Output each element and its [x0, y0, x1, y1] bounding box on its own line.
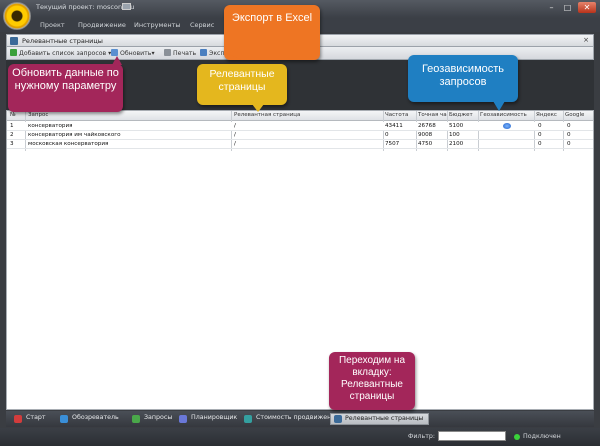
cell-budget: 100 — [449, 132, 460, 138]
table-row[interactable]: 1 консерватория / 43411 26768 5100 0 0 — [7, 122, 593, 131]
relevant-pages-icon — [334, 415, 342, 423]
table-row[interactable]: 3 московская консерватория / 7507 4750 2… — [7, 140, 593, 149]
cell-yandex: 0 — [538, 141, 542, 147]
callout-geo-dependency: Геозависимость запросов — [408, 55, 518, 102]
add-icon — [10, 49, 17, 56]
callout-go-to-tab: Переходим на вкладку: Релевантные страни… — [329, 352, 415, 410]
callout-export-tail — [228, 46, 242, 60]
cell-query: московская консерватория — [28, 141, 109, 147]
geo-dependent-icon — [503, 123, 511, 129]
column-header-number[interactable]: № — [10, 112, 16, 118]
filter-input[interactable] — [438, 431, 506, 441]
connection-status-icon — [514, 434, 520, 440]
column-header-budget[interactable]: Бюджет — [449, 112, 473, 118]
tab-browser[interactable]: Обозреватель — [60, 414, 119, 425]
table-row[interactable]: 2 консерватория им чайковского / 0 9008 … — [7, 131, 593, 140]
relevant-pages-icon — [10, 37, 18, 45]
callout-relevant-pages: Релевантные страницы — [197, 64, 287, 105]
add-queries-button[interactable]: Добавить список запросов ▾ — [10, 49, 111, 57]
cell-yandex: 0 — [538, 123, 542, 129]
cell-exact-frequency: 9008 — [418, 132, 433, 138]
browser-icon — [60, 415, 68, 423]
table-header: № Запрос Релевантная страница Частота То… — [7, 111, 593, 121]
cell-query: консерватория — [28, 123, 73, 129]
panel-title: Релевантные страницы — [22, 37, 103, 45]
export-icon — [200, 49, 207, 56]
column-header-exact-frequency[interactable]: Точная час — [418, 112, 448, 118]
column-header-frequency[interactable]: Частота — [385, 112, 408, 118]
connection-status: Подключен — [523, 433, 561, 440]
status-bar: Фильтр: Подключен — [0, 428, 600, 446]
app-window: Текущий проект: moscons.ru – □ ✕ Проект … — [0, 0, 600, 446]
print-button[interactable]: Печать — [164, 49, 196, 57]
cell-number: 2 — [10, 132, 14, 138]
cell-google: 0 — [567, 132, 571, 138]
window-title: Текущий проект: moscons.ru — [36, 3, 135, 11]
callout-geo-tail — [493, 101, 505, 111]
callout-update: Обновить данные по нужному параметру — [8, 64, 123, 112]
tab-queries[interactable]: Запросы — [132, 414, 172, 425]
close-button[interactable]: ✕ — [578, 2, 596, 13]
cell-frequency: 43411 — [385, 123, 403, 129]
column-header-page[interactable]: Релевантная страница — [234, 112, 300, 118]
scheduler-icon — [179, 415, 187, 423]
maximize-button[interactable]: □ — [560, 2, 575, 13]
tab-scheduler[interactable]: Планировщик — [179, 414, 237, 425]
column-header-google[interactable]: Google — [565, 112, 584, 118]
print-icon — [164, 49, 171, 56]
cell-query: консерватория им чайковского — [28, 132, 121, 138]
cell-number: 1 — [10, 123, 14, 129]
minimize-button[interactable]: – — [544, 2, 559, 13]
queries-icon — [132, 415, 140, 423]
cell-frequency: 7507 — [385, 141, 400, 147]
refresh-icon — [111, 49, 118, 56]
column-header-query[interactable]: Запрос — [28, 112, 48, 118]
menu-service[interactable]: Сервис — [190, 21, 214, 29]
column-header-geo[interactable]: Геозависимость — [480, 112, 527, 118]
cell-google: 0 — [567, 141, 571, 147]
column-header-yandex[interactable]: Яндекс — [536, 112, 557, 118]
menu-tools[interactable]: Инструменты — [134, 21, 181, 29]
tab-start[interactable]: Старт — [14, 414, 46, 425]
cell-exact-frequency: 26768 — [418, 123, 436, 129]
cost-icon — [244, 415, 252, 423]
cell-budget: 5100 — [449, 123, 464, 129]
bottom-tab-bar: Старт Обозреватель Запросы Планировщик С… — [6, 411, 594, 427]
cell-yandex: 0 — [538, 132, 542, 138]
project-icon[interactable] — [122, 3, 131, 10]
cell-page[interactable]: / — [234, 123, 236, 129]
cell-number: 3 — [10, 141, 14, 147]
filter-label: Фильтр: — [408, 433, 436, 440]
callout-update-tail — [112, 56, 122, 65]
cell-google: 0 — [567, 123, 571, 129]
cell-budget: 2100 — [449, 141, 464, 147]
callout-relevant-tail — [252, 104, 264, 112]
panel-close-button[interactable]: × — [583, 36, 589, 44]
cell-page[interactable]: / — [234, 132, 236, 138]
tab-promotion-cost[interactable]: Стоимость продвижения — [244, 414, 339, 425]
start-icon — [14, 415, 22, 423]
cell-page[interactable]: / — [234, 141, 236, 147]
cell-frequency: 0 — [385, 132, 389, 138]
menu-promotion[interactable]: Продвижение — [78, 21, 126, 29]
tab-relevant-pages[interactable]: Релевантные страницы — [330, 413, 430, 425]
relevant-pages-table[interactable]: № Запрос Релевантная страница Частота То… — [6, 110, 594, 410]
cell-exact-frequency: 4750 — [418, 141, 433, 147]
app-logo-icon[interactable] — [3, 2, 31, 30]
menu-project[interactable]: Проект — [40, 21, 65, 29]
